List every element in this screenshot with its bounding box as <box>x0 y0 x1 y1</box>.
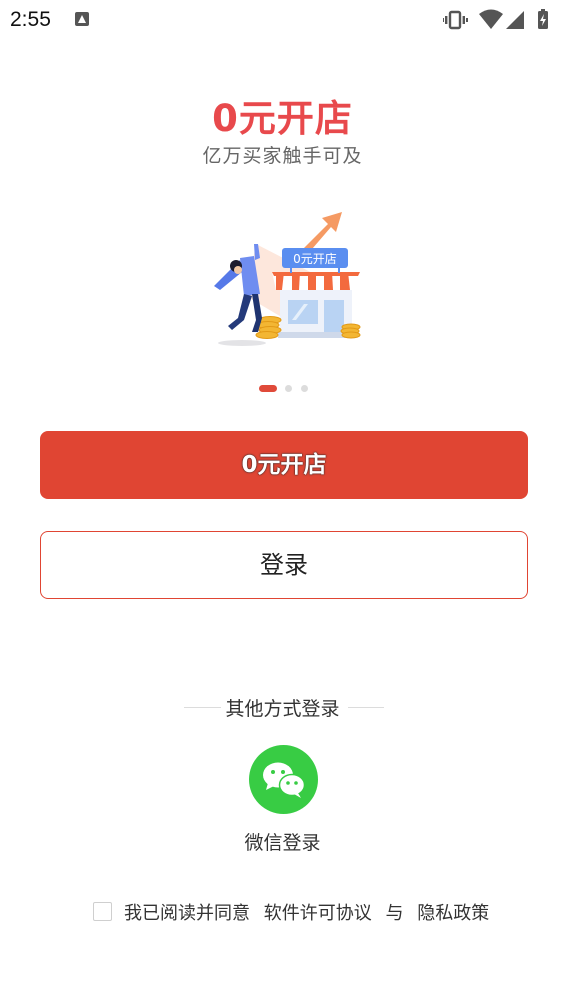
signal-icon <box>506 11 524 29</box>
other-login-label: 其他方式登录 <box>225 698 340 720</box>
vibrate-icon <box>443 10 468 30</box>
license-agreement-link[interactable]: 软件许可协议 <box>264 903 372 924</box>
agreement-prefix: 我已阅读并同意 <box>124 903 250 924</box>
page-subtitle: 亿万买家触手可及 <box>202 145 363 167</box>
status-icons <box>443 9 553 31</box>
font-icon <box>75 12 89 26</box>
carousel-dot-3[interactable] <box>301 385 308 392</box>
page-title: 0元开店 <box>212 97 353 140</box>
agreement-checkbox[interactable] <box>93 902 112 921</box>
carousel-dot-2[interactable] <box>285 385 292 392</box>
privacy-policy-link[interactable]: 隐私政策 <box>417 903 489 924</box>
illustration-sign-text: 0元开店 <box>293 252 337 266</box>
status-bar: 2:55 <box>0 0 565 40</box>
other-login-divider: 其他方式登录 <box>0 694 565 722</box>
agreement-text: 我已阅读并同意 软件许可协议 与 隐私政策 <box>124 899 497 925</box>
login-button[interactable]: 登录 <box>40 531 528 599</box>
wifi-icon <box>479 9 503 29</box>
carousel-indicator[interactable] <box>0 385 565 393</box>
wechat-login-button[interactable] <box>249 745 318 814</box>
carousel-dot-1[interactable] <box>259 385 277 392</box>
shop-illustration: 0元开店 <box>200 200 375 355</box>
wechat-login-label[interactable]: 微信登录 <box>0 828 565 855</box>
divider-line-right <box>348 707 384 708</box>
open-shop-button[interactable]: 0元开店 <box>40 431 528 499</box>
status-time: 2:55 <box>10 8 51 31</box>
battery-charging-icon <box>538 9 548 29</box>
agreement-conjunction: 与 <box>385 903 404 924</box>
wechat-icon <box>263 762 306 798</box>
